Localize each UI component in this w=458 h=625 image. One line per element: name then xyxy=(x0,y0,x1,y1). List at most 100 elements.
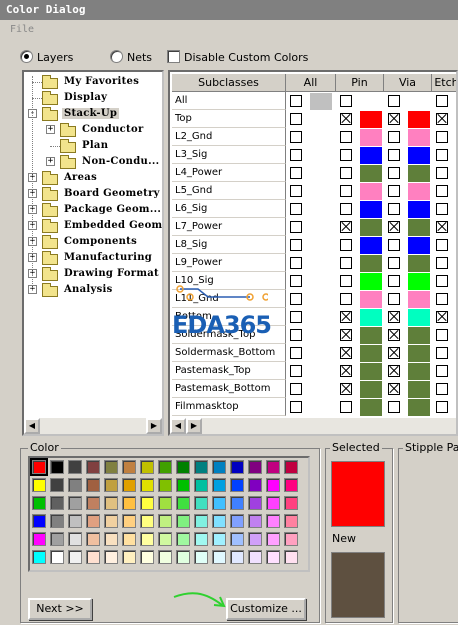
pin-visibility-checkbox[interactable] xyxy=(340,239,352,251)
nets-radio-label[interactable]: Nets xyxy=(127,51,152,64)
via-visibility-checkbox[interactable] xyxy=(388,221,400,233)
all-visibility-checkbox[interactable] xyxy=(290,347,302,359)
palette-color[interactable] xyxy=(32,532,46,546)
etch-visibility-checkbox[interactable] xyxy=(436,221,448,233)
disable-custom-colors-label[interactable]: Disable Custom Colors xyxy=(184,51,308,64)
palette-color[interactable] xyxy=(104,532,118,546)
via-visibility-checkbox[interactable] xyxy=(388,131,400,143)
palette-color[interactable] xyxy=(104,550,118,564)
menu-file[interactable]: File xyxy=(10,24,34,35)
palette-color[interactable] xyxy=(86,496,100,510)
tree-expander[interactable]: + xyxy=(46,157,55,166)
palette-color[interactable] xyxy=(176,514,190,528)
tree-item[interactable]: Components xyxy=(62,236,139,247)
via-visibility-checkbox[interactable] xyxy=(388,401,400,413)
tree-item[interactable]: Conductor xyxy=(80,124,146,135)
palette-color[interactable] xyxy=(68,532,82,546)
via-visibility-checkbox[interactable] xyxy=(388,257,400,269)
palette-color[interactable] xyxy=(50,496,64,510)
palette-color[interactable] xyxy=(122,496,136,510)
grid-row[interactable]: L4_Power xyxy=(172,164,456,182)
palette-color[interactable] xyxy=(140,460,154,474)
palette-color[interactable] xyxy=(176,460,190,474)
disable-custom-colors-checkbox[interactable] xyxy=(167,50,180,63)
layers-radio[interactable] xyxy=(20,50,33,63)
column-header[interactable]: Etch xyxy=(432,74,456,92)
palette-color[interactable] xyxy=(50,478,64,492)
etch-visibility-checkbox[interactable] xyxy=(436,383,448,395)
etch-visibility-checkbox[interactable] xyxy=(436,257,448,269)
via-color-swatch[interactable] xyxy=(408,111,430,128)
via-visibility-checkbox[interactable] xyxy=(388,293,400,305)
palette-color[interactable] xyxy=(158,478,172,492)
palette-color[interactable] xyxy=(104,478,118,492)
tree-item[interactable]: Manufacturing xyxy=(62,252,154,263)
pin-color-swatch[interactable] xyxy=(360,273,382,290)
etch-visibility-checkbox[interactable] xyxy=(436,311,448,323)
palette-color[interactable] xyxy=(50,550,64,564)
via-visibility-checkbox[interactable] xyxy=(388,365,400,377)
all-visibility-checkbox[interactable] xyxy=(290,257,302,269)
palette-color[interactable] xyxy=(284,514,298,528)
tree-item[interactable]: Plan xyxy=(80,140,110,151)
next-button[interactable]: Next >> xyxy=(28,598,92,620)
grid-row[interactable]: All xyxy=(172,92,456,110)
etch-visibility-checkbox[interactable] xyxy=(436,275,448,287)
palette-color[interactable] xyxy=(140,478,154,492)
tree-item[interactable]: Analysis xyxy=(62,284,115,295)
palette-color[interactable] xyxy=(230,514,244,528)
grid-row[interactable]: L7_Power xyxy=(172,218,456,236)
palette-color[interactable] xyxy=(32,496,46,510)
pin-visibility-checkbox[interactable] xyxy=(340,167,352,179)
palette-color[interactable] xyxy=(140,532,154,546)
etch-visibility-checkbox[interactable] xyxy=(436,239,448,251)
etch-visibility-checkbox[interactable] xyxy=(436,167,448,179)
palette-color[interactable] xyxy=(230,460,244,474)
palette-color[interactable] xyxy=(32,478,46,492)
tree-scroll-left-button[interactable]: ◀ xyxy=(24,418,40,434)
palette-color[interactable] xyxy=(86,478,100,492)
pin-color-swatch[interactable] xyxy=(360,255,382,272)
tree-item[interactable]: Board Geometry xyxy=(62,188,162,199)
palette-color[interactable] xyxy=(194,478,208,492)
palette-color[interactable] xyxy=(68,478,82,492)
palette-color[interactable] xyxy=(194,460,208,474)
palette-color[interactable] xyxy=(248,496,262,510)
grid-horizontal-scrollbar[interactable] xyxy=(170,418,456,434)
etch-visibility-checkbox[interactable] xyxy=(436,203,448,215)
palette-color[interactable] xyxy=(50,532,64,546)
pin-color-swatch[interactable] xyxy=(360,237,382,254)
palette-color[interactable] xyxy=(194,532,208,546)
palette-color[interactable] xyxy=(140,496,154,510)
palette-color[interactable] xyxy=(86,532,100,546)
palette-color[interactable] xyxy=(266,460,280,474)
via-color-swatch[interactable] xyxy=(408,93,430,110)
grid-row[interactable]: L6_Sig xyxy=(172,200,456,218)
via-visibility-checkbox[interactable] xyxy=(388,383,400,395)
pin-visibility-checkbox[interactable] xyxy=(340,293,352,305)
palette-color[interactable] xyxy=(284,550,298,564)
palette-color[interactable] xyxy=(194,550,208,564)
palette-color[interactable] xyxy=(266,532,280,546)
pin-color-swatch[interactable] xyxy=(360,93,382,110)
etch-visibility-checkbox[interactable] xyxy=(436,131,448,143)
all-visibility-checkbox[interactable] xyxy=(290,275,302,287)
palette-color[interactable] xyxy=(86,550,100,564)
column-header[interactable]: Subclasses xyxy=(172,74,286,92)
all-visibility-checkbox[interactable] xyxy=(290,203,302,215)
palette-color[interactable] xyxy=(68,514,82,528)
palette-color[interactable] xyxy=(140,550,154,564)
all-visibility-checkbox[interactable] xyxy=(290,221,302,233)
pin-visibility-checkbox[interactable] xyxy=(340,221,352,233)
palette-color[interactable] xyxy=(176,550,190,564)
via-visibility-checkbox[interactable] xyxy=(388,167,400,179)
via-color-swatch[interactable] xyxy=(408,165,430,182)
grid-row[interactable]: Filmmasktop xyxy=(172,398,456,416)
grid-row[interactable]: L8_Sig xyxy=(172,236,456,254)
via-color-swatch[interactable] xyxy=(408,327,430,344)
via-color-swatch[interactable] xyxy=(408,201,430,218)
pin-color-swatch[interactable] xyxy=(360,219,382,236)
via-color-swatch[interactable] xyxy=(408,147,430,164)
palette-color[interactable] xyxy=(284,460,298,474)
tree-item[interactable]: Package Geom... xyxy=(62,204,162,215)
